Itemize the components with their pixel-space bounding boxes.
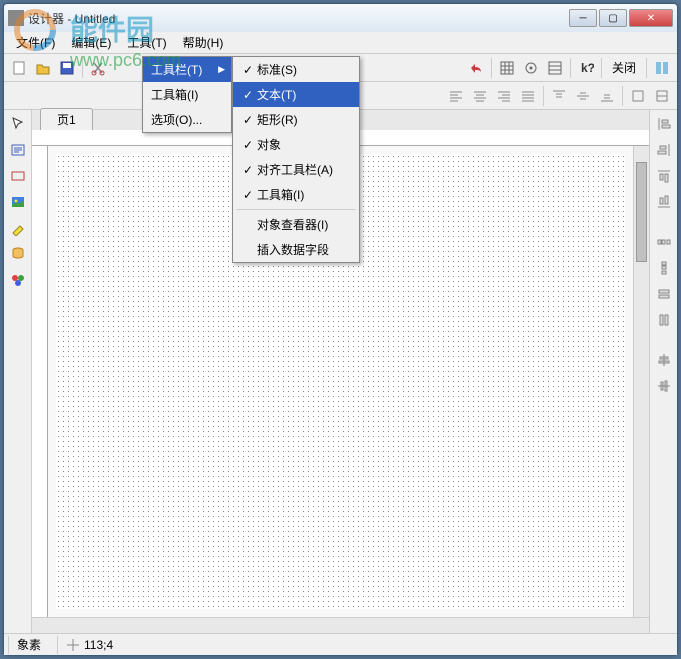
maximize-button[interactable]: ▢ xyxy=(599,9,627,27)
flyout-rect[interactable]: ✓ 矩形(R) xyxy=(233,107,359,132)
toolbar-separator xyxy=(491,58,492,78)
valign-bottom-button[interactable] xyxy=(596,85,618,107)
menu-separator xyxy=(237,209,355,210)
menu-help[interactable]: 帮助(H) xyxy=(175,32,232,53)
grid-button[interactable] xyxy=(496,57,518,79)
distribute-v[interactable] xyxy=(654,258,674,278)
align-top-edge[interactable] xyxy=(654,166,674,186)
save-button[interactable] xyxy=(56,57,78,79)
align-left-button[interactable] xyxy=(445,85,467,107)
valign-middle-button[interactable] xyxy=(572,85,594,107)
cut-button[interactable] xyxy=(87,57,109,79)
valign-top-button[interactable] xyxy=(548,85,570,107)
left-toolbox xyxy=(4,110,32,633)
rect-tool[interactable] xyxy=(8,166,28,186)
layout-button[interactable] xyxy=(651,57,673,79)
tools-submenu: 工具栏(T) ▶ 工具箱(I) 选项(O)... xyxy=(142,56,232,133)
flyout-objviewer[interactable]: 对象查看器(I) xyxy=(233,212,359,237)
center-v[interactable] xyxy=(654,376,674,396)
status-unit: 象素 xyxy=(8,636,49,654)
align-justify-button[interactable] xyxy=(517,85,539,107)
menu-file[interactable]: 文件(F) xyxy=(8,32,63,53)
minimize-button[interactable]: ─ xyxy=(569,9,597,27)
distribute-h[interactable] xyxy=(654,232,674,252)
check-icon: ✓ xyxy=(241,163,255,177)
submenu-toolbox[interactable]: 工具箱(I) xyxy=(143,82,231,107)
main-window: 设计器 - Untitled ─ ▢ ✕ 文件(F) 编辑(E) 工具(T) 帮… xyxy=(3,3,678,656)
scrollbar-vertical[interactable] xyxy=(633,146,649,617)
status-coords-value: 113;4 xyxy=(84,638,113,652)
new-button[interactable] xyxy=(8,57,30,79)
color-tool[interactable] xyxy=(8,270,28,290)
toolbar-separator xyxy=(82,58,83,78)
undo-button[interactable] xyxy=(465,57,487,79)
center-h[interactable] xyxy=(654,350,674,370)
menubar: 文件(F) 编辑(E) 工具(T) 帮助(H) xyxy=(4,32,677,54)
draw-tool[interactable] xyxy=(8,218,28,238)
toolbar-separator xyxy=(601,58,602,78)
window-controls: ─ ▢ ✕ xyxy=(569,9,673,27)
help-button[interactable]: k? xyxy=(575,57,597,79)
flyout-toolbox[interactable]: ✓ 工具箱(I) xyxy=(233,182,359,207)
flyout-insertfield[interactable]: 插入数据字段 xyxy=(233,237,359,262)
menu-edit[interactable]: 编辑(E) xyxy=(63,32,119,53)
open-button[interactable] xyxy=(32,57,54,79)
window-title: 设计器 - Untitled xyxy=(28,10,569,27)
db-tool[interactable] xyxy=(8,244,28,264)
same-width[interactable] xyxy=(654,284,674,304)
flyout-standard[interactable]: ✓ 标准(S) xyxy=(233,57,359,82)
close-button[interactable]: ✕ xyxy=(629,9,673,27)
text-tool[interactable] xyxy=(8,140,28,160)
ruler-vertical[interactable] xyxy=(32,146,48,617)
svg-text:k?: k? xyxy=(581,61,594,75)
check-icon: ✓ xyxy=(241,113,255,127)
toolbar-separator xyxy=(570,58,571,78)
check-icon: ✓ xyxy=(241,138,255,152)
titlebar[interactable]: 设计器 - Untitled ─ ▢ ✕ xyxy=(4,4,677,32)
check-icon: ✓ xyxy=(241,188,255,202)
same-height[interactable] xyxy=(654,310,674,330)
align-right-button[interactable] xyxy=(493,85,515,107)
close-toolbar-button[interactable]: 关闭 xyxy=(606,59,642,76)
toolbar-flyout: ✓ 标准(S) ✓ 文本(T) ✓ 矩形(R) ✓ 对象 ✓ 对齐工具栏(A) … xyxy=(232,56,360,263)
right-align-toolbar xyxy=(649,110,677,633)
tab-page1[interactable]: 页1 xyxy=(40,108,93,130)
scrollbar-thumb[interactable] xyxy=(636,162,647,262)
flyout-text[interactable]: ✓ 文本(T) xyxy=(233,82,359,107)
pointer-tool[interactable] xyxy=(8,114,28,134)
align-left-edge[interactable] xyxy=(654,114,674,134)
check-icon: ✓ xyxy=(241,63,255,77)
submenu-toolbar[interactable]: 工具栏(T) ▶ xyxy=(143,57,231,82)
image-tool[interactable] xyxy=(8,192,28,212)
snap-button[interactable] xyxy=(520,57,542,79)
submenu-options[interactable]: 选项(O)... xyxy=(143,107,231,132)
toolbar-separator xyxy=(622,86,623,106)
format1-button[interactable] xyxy=(627,85,649,107)
scrollbar-horizontal[interactable] xyxy=(32,617,649,633)
format2-button[interactable] xyxy=(651,85,673,107)
statusbar: 象素 113;4 xyxy=(4,633,677,655)
status-coords: 113;4 xyxy=(57,636,121,654)
align-center-button[interactable] xyxy=(469,85,491,107)
flyout-align[interactable]: ✓ 对齐工具栏(A) xyxy=(233,157,359,182)
check-icon: ✓ xyxy=(241,88,255,102)
align-bottom-edge[interactable] xyxy=(654,192,674,212)
grid2-button[interactable] xyxy=(544,57,566,79)
align-right-edge[interactable] xyxy=(654,140,674,160)
flyout-object[interactable]: ✓ 对象 xyxy=(233,132,359,157)
menu-tools[interactable]: 工具(T) xyxy=(119,32,174,53)
toolbar-separator xyxy=(646,58,647,78)
toolbar-separator xyxy=(543,86,544,106)
chevron-right-icon: ▶ xyxy=(218,64,225,75)
app-icon xyxy=(8,10,24,26)
crosshair-icon xyxy=(66,638,80,652)
